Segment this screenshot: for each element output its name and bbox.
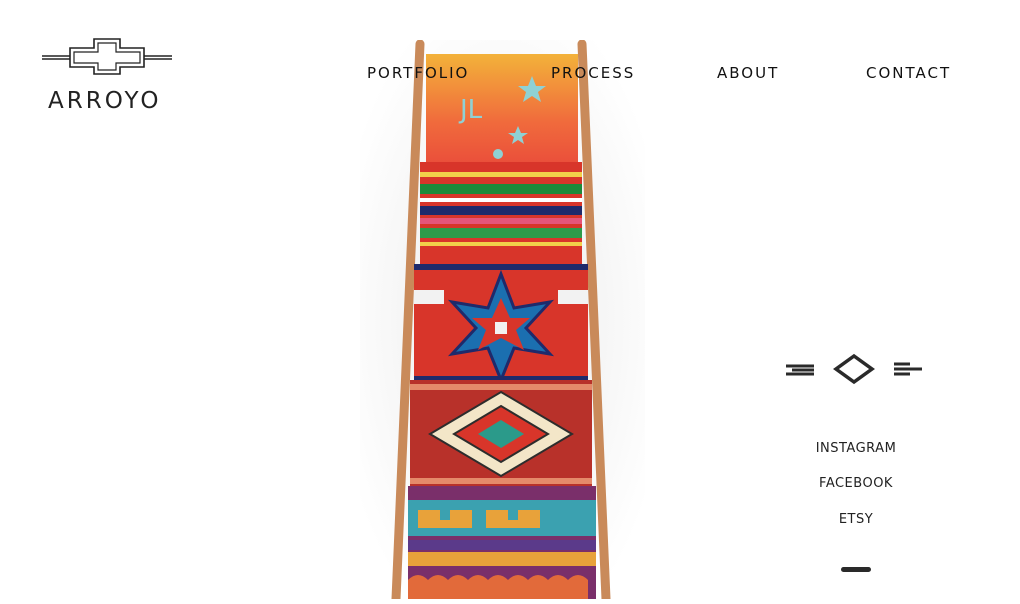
nav-process[interactable]: PROCESS [551, 64, 635, 82]
nav-contact[interactable]: CONTACT [866, 64, 951, 82]
main-nav: PORTFOLIO PROCESS ABOUT CONTACT [0, 64, 1020, 86]
hero-image: JL [360, 39, 645, 604]
facebook-link[interactable]: FACEBOOK [780, 476, 932, 491]
instagram-link[interactable]: INSTAGRAM [780, 441, 932, 456]
scroll-indicator[interactable] [841, 567, 871, 572]
etsy-link[interactable]: ETSY [780, 512, 932, 527]
brand-name: ARROYO [48, 88, 162, 114]
diamond-emblem-icon [784, 352, 924, 391]
nav-portfolio[interactable]: PORTFOLIO [367, 64, 469, 82]
nav-about[interactable]: ABOUT [717, 64, 779, 82]
svg-text:JL: JL [458, 95, 483, 125]
